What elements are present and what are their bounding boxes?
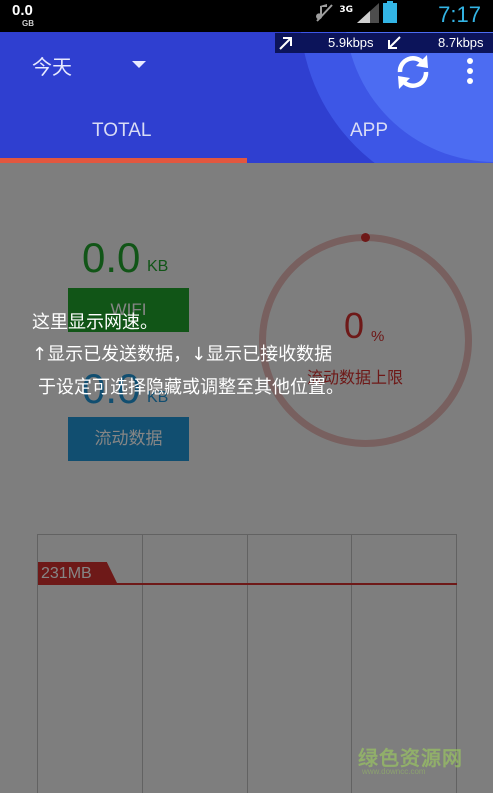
tutorial-text-line-3: 于设定可选择隐藏或调整至其他位置。 bbox=[38, 377, 344, 398]
more-vert-icon bbox=[467, 58, 473, 84]
download-arrow-icon bbox=[386, 35, 402, 54]
tab-app[interactable]: APP bbox=[350, 120, 388, 142]
more-menu-button[interactable] bbox=[460, 56, 480, 86]
battery-icon bbox=[383, 1, 397, 27]
signal-icon bbox=[357, 3, 379, 27]
network-type: 3G bbox=[339, 5, 353, 15]
status-speed-unit: GB bbox=[22, 19, 34, 28]
tutorial-text-line-1: 这里显示网速。 bbox=[32, 312, 158, 333]
status-time: 7:17 bbox=[438, 2, 481, 27]
tutorial-overlay[interactable] bbox=[0, 163, 493, 793]
download-speed: 8.7kbps bbox=[438, 35, 484, 50]
refresh-button[interactable] bbox=[392, 51, 434, 93]
upload-speed: 5.9kbps bbox=[328, 35, 374, 50]
status-speed: 0.0 bbox=[12, 2, 33, 19]
mute-icon bbox=[315, 3, 335, 27]
chevron-down-icon[interactable] bbox=[132, 61, 146, 68]
refresh-icon bbox=[397, 55, 429, 89]
status-icons: 3G bbox=[315, 1, 397, 27]
tab-total[interactable]: TOTAL bbox=[92, 120, 151, 142]
watermark-url: www.downcc.com bbox=[362, 767, 426, 776]
upload-arrow-icon bbox=[278, 35, 294, 54]
app-header: 今天 5.9kbps 8.7kbps TOTAL APP bbox=[0, 32, 493, 163]
watermark-logo: 绿色资源网 bbox=[358, 746, 463, 770]
tutorial-text-line-2: ↑显示已发送数据，↓显示已接收数据 bbox=[32, 344, 333, 365]
floating-speed-meter[interactable]: 5.9kbps 8.7kbps bbox=[275, 33, 493, 53]
status-bar: 0.0 GB 3G 7:17 bbox=[0, 0, 493, 32]
date-range-select[interactable]: 今天 bbox=[32, 51, 72, 80]
